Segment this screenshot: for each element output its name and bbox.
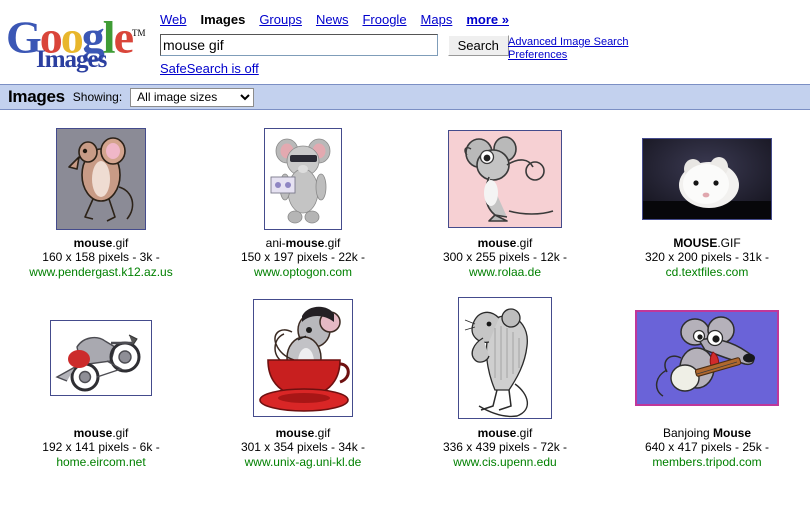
result-meta: 640 x 417 pixels - 25k -	[645, 440, 769, 455]
showing-label: Showing:	[73, 90, 122, 104]
result-item: MOUSE.GIF 320 x 200 pixels - 31k - cd.te…	[606, 126, 808, 280]
thumbnail-image-mouse-engraving[interactable]	[458, 297, 552, 419]
title-highlight: mouse	[74, 426, 113, 440]
nav-item-news[interactable]: News	[316, 12, 349, 27]
result-meta: 150 x 197 pixels - 22k -	[241, 250, 365, 265]
nav-item-froogle[interactable]: Froogle	[362, 12, 406, 27]
title-plain: ani-	[266, 236, 286, 250]
title-highlight: mouse	[286, 236, 325, 250]
results-grid: mouse.gif 160 x 158 pixels - 3k - www.pe…	[0, 110, 810, 470]
trademark-mark: TM	[132, 28, 146, 38]
thumbnail-image-cartoon-mouse-pink-bg[interactable]	[448, 130, 562, 228]
result-url[interactable]: www.optogon.com	[254, 265, 352, 280]
thumbnail-image-motorcycle[interactable]	[50, 320, 152, 396]
thumbnail-image-mouse-in-teacup[interactable]	[253, 299, 353, 417]
result-item: ani-mouse.gif 150 x 197 pixels - 22k - w…	[202, 126, 404, 280]
result-title[interactable]: mouse.gif	[74, 426, 129, 440]
result-item: mouse.gif 301 x 354 pixels - 34k - www.u…	[202, 294, 404, 470]
title-highlight: mouse	[276, 426, 315, 440]
result-meta: 192 x 141 pixels - 6k -	[42, 440, 159, 455]
result-title[interactable]: mouse.gif	[478, 236, 533, 250]
result-url[interactable]: www.cis.upenn.edu	[453, 455, 556, 470]
thumbnail-wrapper[interactable]	[253, 294, 353, 422]
result-meta: 301 x 354 pixels - 34k -	[241, 440, 365, 455]
safesearch-link[interactable]: SafeSearch is off	[160, 61, 259, 76]
nav-item-maps[interactable]: Maps	[421, 12, 453, 27]
result-title[interactable]: mouse.gif	[478, 426, 533, 440]
result-item: mouse.gif 160 x 158 pixels - 3k - www.pe…	[0, 126, 202, 280]
top-nav: Web Images Groups News Froogle Maps more »	[160, 12, 523, 27]
nav-item-groups[interactable]: Groups	[259, 12, 302, 27]
result-url[interactable]: members.tripod.com	[652, 455, 761, 470]
results-row: mouse.gif 192 x 141 pixels - 6k - home.e…	[0, 294, 810, 470]
result-title[interactable]: mouse.gif	[276, 426, 331, 440]
result-title[interactable]: Banjoing Mouse	[663, 426, 751, 440]
thumbnail-wrapper[interactable]	[56, 126, 146, 232]
result-meta: 160 x 158 pixels - 3k -	[42, 250, 159, 265]
logo-letter-e: e	[114, 11, 132, 62]
thumbnail-image-white-mouse-photo[interactable]	[642, 138, 772, 220]
title-highlight: mouse	[478, 426, 517, 440]
title-tail: .gif	[112, 426, 128, 440]
title-tail: .gif	[112, 236, 128, 250]
thumbnail-wrapper[interactable]	[642, 126, 772, 232]
search-button[interactable]: Search	[448, 35, 509, 56]
title-tail: .GIF	[717, 236, 740, 250]
result-item: mouse.gif 336 x 439 pixels - 72k - www.c…	[404, 294, 606, 470]
result-meta: 300 x 255 pixels - 12k -	[443, 250, 567, 265]
logo-letter-G: G	[6, 11, 40, 62]
google-images-logo[interactable]: GoogleTM Images	[4, 8, 152, 78]
thumbnail-image-3d-mouse-sunglasses[interactable]	[264, 128, 342, 230]
nav-item-web[interactable]: Web	[160, 12, 187, 27]
title-tail: .gif	[314, 426, 330, 440]
result-url[interactable]: www.unix-ag.uni-kl.de	[245, 455, 362, 470]
result-item: mouse.gif 192 x 141 pixels - 6k - home.e…	[0, 294, 202, 470]
images-filter-bar: Images Showing: All image sizes Large im…	[0, 84, 810, 110]
thumbnail-wrapper[interactable]	[635, 294, 779, 422]
title-tail: .gif	[516, 236, 532, 250]
logo-sub-label: Images	[36, 46, 106, 74]
result-url[interactable]: home.eircom.net	[56, 455, 145, 470]
image-size-select[interactable]: All image sizes Large images Medium imag…	[130, 88, 254, 107]
results-row: mouse.gif 160 x 158 pixels - 3k - www.pe…	[0, 126, 810, 280]
thumbnail-wrapper[interactable]	[50, 294, 152, 422]
thumbnail-wrapper[interactable]	[458, 294, 552, 422]
result-url[interactable]: cd.textfiles.com	[666, 265, 749, 280]
title-plain: Banjoing	[663, 426, 713, 440]
result-url[interactable]: www.rolaa.de	[469, 265, 541, 280]
preferences-link[interactable]: Preferences	[508, 49, 628, 62]
nav-item-more[interactable]: more »	[466, 12, 509, 27]
search-input[interactable]	[160, 34, 438, 56]
title-highlight: mouse	[478, 236, 517, 250]
result-meta: 320 x 200 pixels - 31k -	[645, 250, 769, 265]
result-item: Banjoing Mouse 640 x 417 pixels - 25k - …	[606, 294, 808, 470]
thumbnail-wrapper[interactable]	[448, 126, 562, 232]
title-tail: .gif	[324, 236, 340, 250]
advanced-image-search-link[interactable]: Advanced Image Search	[508, 36, 628, 49]
title-tail: .gif	[516, 426, 532, 440]
page-header: GoogleTM Images Web Images Groups News Froog…	[0, 0, 810, 84]
nav-item-images-current: Images	[201, 12, 246, 27]
title-highlight: MOUSE	[673, 236, 717, 250]
result-url[interactable]: www.pendergast.k12.az.us	[29, 265, 172, 280]
header-side-links: Advanced Image Search Preferences	[508, 36, 628, 62]
result-title[interactable]: MOUSE.GIF	[673, 236, 740, 250]
thumbnail-image-banjo-mouse[interactable]	[635, 310, 779, 406]
result-title[interactable]: ani-mouse.gif	[266, 236, 341, 250]
subbar-title: Images	[8, 87, 65, 107]
thumbnail-image-cartoon-mouse-gray-bg[interactable]	[56, 128, 146, 230]
search-row: Search	[160, 34, 509, 56]
result-meta: 336 x 439 pixels - 72k -	[443, 440, 567, 455]
thumbnail-wrapper[interactable]	[264, 126, 342, 232]
result-title[interactable]: mouse.gif	[74, 236, 129, 250]
result-item: mouse.gif 300 x 255 pixels - 12k - www.r…	[404, 126, 606, 280]
title-highlight: mouse	[74, 236, 113, 250]
title-highlight: Mouse	[713, 426, 751, 440]
safesearch-row: SafeSearch is off	[160, 61, 259, 76]
